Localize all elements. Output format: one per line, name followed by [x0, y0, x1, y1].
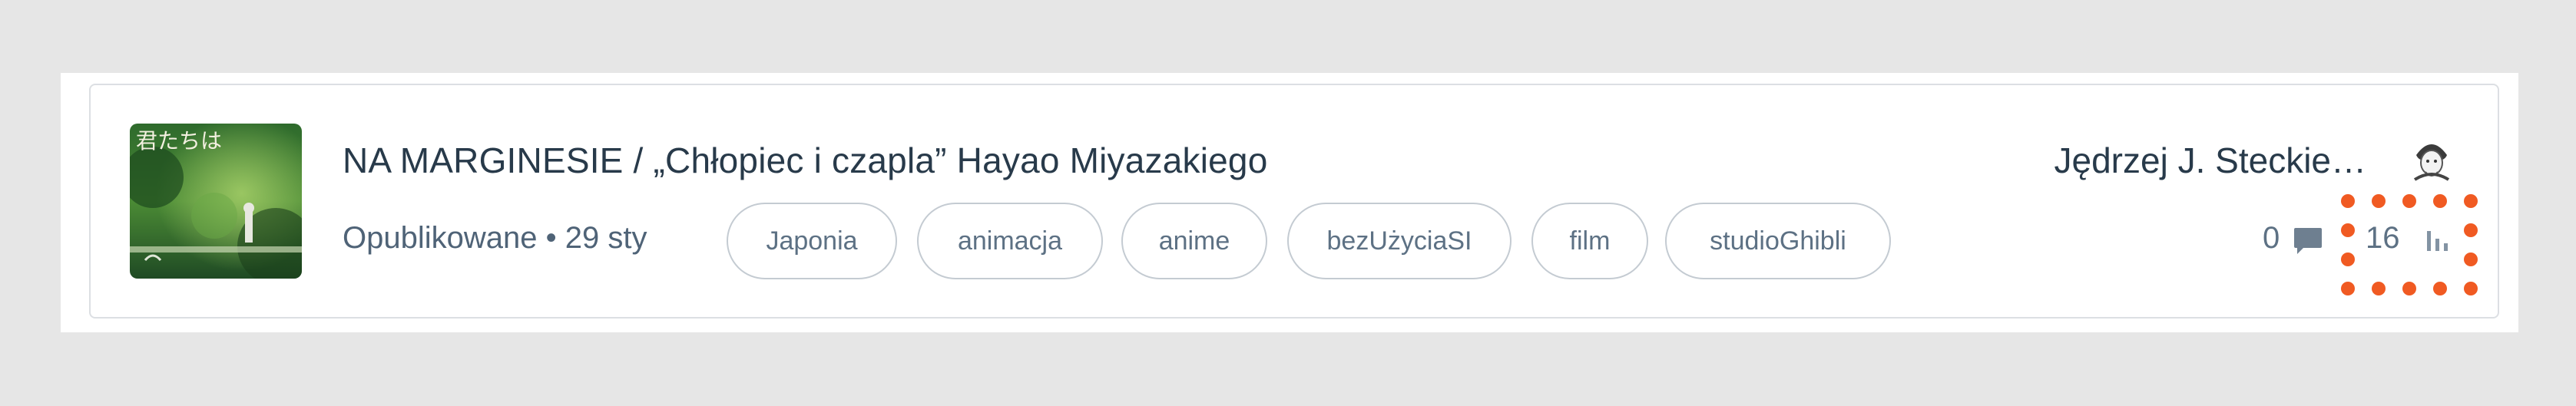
- post-card[interactable]: [89, 84, 2499, 319]
- post-thumbnail[interactable]: 君たちは: [130, 124, 302, 279]
- post-title[interactable]: NA MARGINESIE / „Chłopiec i czapla” Haya…: [343, 140, 1268, 181]
- tag-japonia[interactable]: Japonia: [727, 203, 897, 279]
- author-avatar[interactable]: [2404, 132, 2459, 187]
- author-name[interactable]: Jędrzej J. Steckie…: [2055, 140, 2366, 181]
- tag-anime[interactable]: anime: [1121, 203, 1267, 279]
- tag-studioghibli[interactable]: studioGhibli: [1665, 203, 1891, 279]
- svg-text:君たちは: 君たちは: [136, 128, 222, 153]
- stats-highlight: [2341, 194, 2478, 295]
- post-status-date: Opublikowane • 29 sty: [343, 221, 647, 255]
- tag-bezuzyciasi[interactable]: bezUżyciaSI: [1287, 203, 1511, 279]
- comment-icon[interactable]: [2293, 225, 2323, 256]
- comments-count: 0: [2263, 221, 2280, 255]
- tag-film[interactable]: film: [1531, 203, 1648, 279]
- tag-animacja[interactable]: animacja: [917, 203, 1103, 279]
